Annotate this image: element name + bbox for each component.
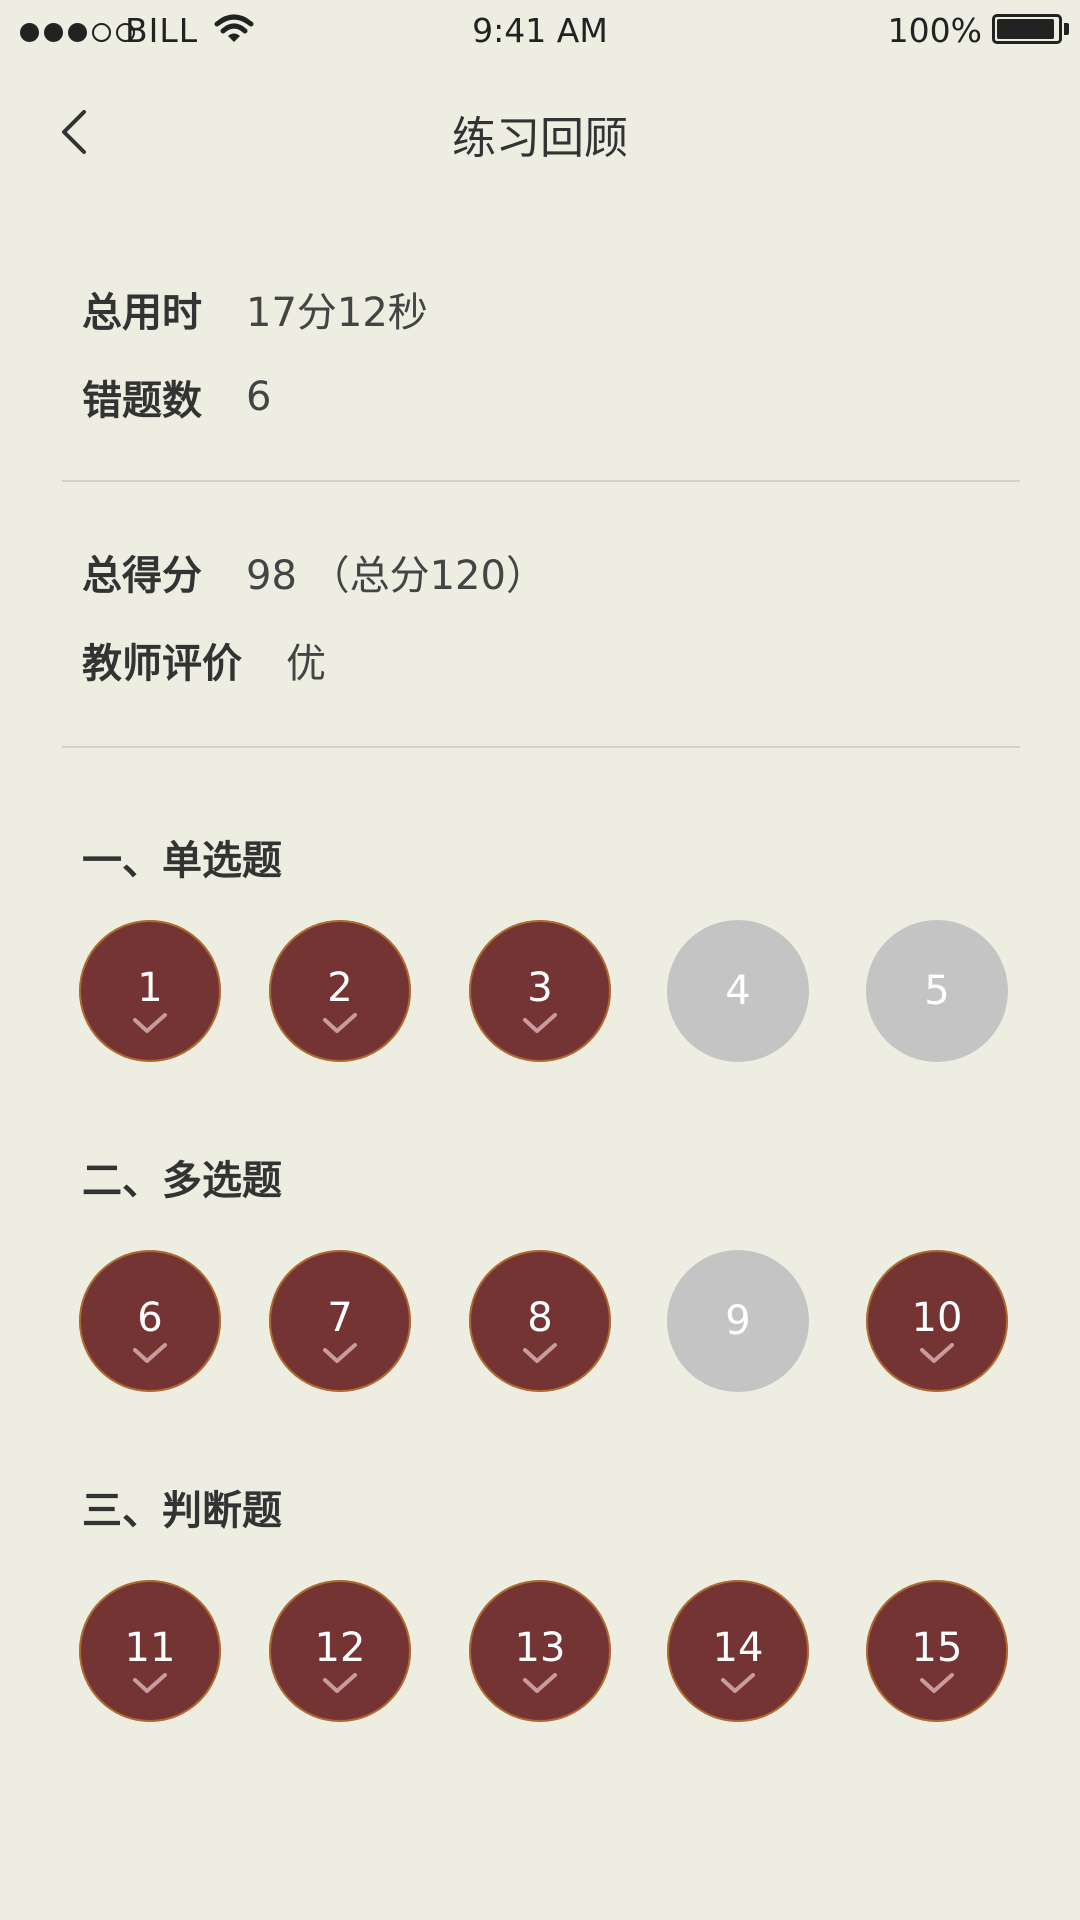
question-number: 13 <box>514 1625 566 1671</box>
question-button[interactable]: 7 <box>269 1250 411 1392</box>
wrong-count-label: 错题数 <box>82 378 202 424</box>
battery-icon <box>992 14 1062 44</box>
page-title: 练习回顾 <box>452 113 628 164</box>
teacher-eval-row: 教师评价 优 <box>82 631 326 689</box>
question-number: 7 <box>327 1295 353 1341</box>
checkmark-icon <box>323 1343 357 1363</box>
checkmark-icon <box>523 1673 557 1693</box>
question-number: 9 <box>725 1298 751 1344</box>
practice-review-screen: BILL 9:41 AM 100% 练习回顾 总用时 17分12秒 错题数 6 <box>0 0 1080 1920</box>
section-title-multiple-choice: 二、多选题 <box>82 1158 282 1204</box>
question-button[interactable]: 5 <box>866 920 1008 1062</box>
question-number: 4 <box>725 968 751 1014</box>
checkmark-icon <box>133 1013 167 1033</box>
checkmark-icon <box>920 1343 954 1363</box>
total-score-row: 总得分 98 （总分120） <box>82 543 546 601</box>
checkmark-icon <box>323 1673 357 1693</box>
question-button[interactable]: 6 <box>79 1250 221 1392</box>
total-score-value: 98 （总分120） <box>246 553 546 599</box>
teacher-eval-label: 教师评价 <box>82 641 242 687</box>
divider <box>62 746 1020 748</box>
wrong-count-value: 6 <box>246 374 272 420</box>
teacher-eval-value: 优 <box>286 641 326 687</box>
checkmark-icon <box>323 1013 357 1033</box>
question-number: 15 <box>911 1625 963 1671</box>
question-row: 11 12 13 14 15 <box>0 1580 1080 1722</box>
question-button[interactable]: 3 <box>469 920 611 1062</box>
question-button[interactable]: 8 <box>469 1250 611 1392</box>
question-button[interactable]: 14 <box>667 1580 809 1722</box>
checkmark-icon <box>133 1673 167 1693</box>
question-number: 8 <box>527 1295 553 1341</box>
question-button[interactable]: 10 <box>866 1250 1008 1392</box>
question-number: 6 <box>137 1295 163 1341</box>
status-bar: BILL 9:41 AM 100% <box>0 0 1080 66</box>
battery-percent: 100% <box>887 11 982 50</box>
total-score-label: 总得分 <box>82 553 202 599</box>
battery-cap <box>1064 23 1069 35</box>
section-title-single-choice: 一、单选题 <box>82 838 282 884</box>
question-button[interactable]: 1 <box>79 920 221 1062</box>
total-time-value: 17分12秒 <box>246 290 428 336</box>
checkmark-icon <box>133 1343 167 1363</box>
question-number: 5 <box>924 968 950 1014</box>
question-number: 10 <box>911 1295 963 1341</box>
checkmark-icon <box>920 1673 954 1693</box>
divider <box>62 480 1020 482</box>
total-time-row: 总用时 17分12秒 <box>82 280 428 338</box>
question-number: 14 <box>712 1625 764 1671</box>
total-time-label: 总用时 <box>82 290 202 336</box>
checkmark-icon <box>721 1673 755 1693</box>
question-button[interactable]: 11 <box>79 1580 221 1722</box>
battery-level-fill <box>997 19 1054 39</box>
section-title-true-false: 三、判断题 <box>82 1488 282 1534</box>
checkmark-icon <box>523 1343 557 1363</box>
question-button[interactable]: 13 <box>469 1580 611 1722</box>
question-number: 11 <box>124 1625 176 1671</box>
question-button[interactable]: 15 <box>866 1580 1008 1722</box>
question-number: 1 <box>137 965 163 1011</box>
checkmark-icon <box>523 1013 557 1033</box>
nav-bar: 练习回顾 <box>0 66 1080 196</box>
wrong-count-row: 错题数 6 <box>82 368 271 426</box>
question-button[interactable]: 2 <box>269 920 411 1062</box>
question-row: 6 7 8 9 10 <box>0 1250 1080 1392</box>
question-number: 3 <box>527 965 553 1011</box>
question-button[interactable]: 4 <box>667 920 809 1062</box>
question-row: 1 2 3 4 5 <box>0 920 1080 1062</box>
question-button[interactable]: 9 <box>667 1250 809 1392</box>
question-button[interactable]: 12 <box>269 1580 411 1722</box>
question-number: 2 <box>327 965 353 1011</box>
question-number: 12 <box>314 1625 366 1671</box>
